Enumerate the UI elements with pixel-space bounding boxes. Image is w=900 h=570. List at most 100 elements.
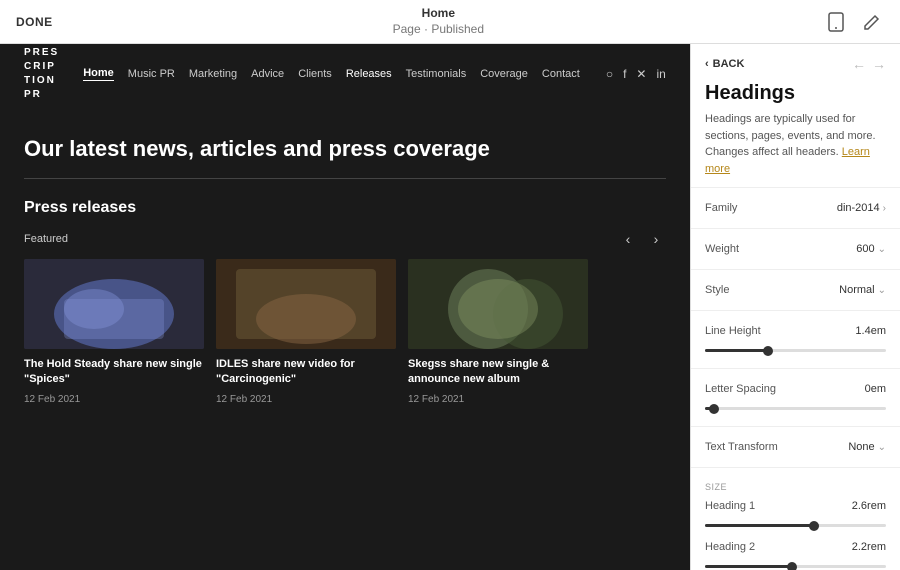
preview-pane: PRESCRIPTIONPR Home Music PR Marketing A… [0,44,690,570]
site-logo: PRESCRIPTIONPR [24,46,59,102]
right-panel: ‹ BACK ← → Headings Headings are typical… [690,44,900,570]
letter-spacing-slider[interactable] [705,407,886,410]
family-section: Family din-2014 › [691,187,900,228]
heading2-slider-container[interactable] [705,559,886,570]
size-section: SIZE Heading 1 2.6rem Heading 2 2.2rem [691,467,900,570]
page-info: Home Page · Published [393,6,484,37]
nav-links: Home Music PR Marketing Advice Clients R… [83,67,666,81]
nav-marketing[interactable]: Marketing [189,68,237,80]
edit-icon[interactable] [860,10,884,34]
letter-spacing-row: Letter Spacing 0em [705,377,886,401]
top-bar: DONE Home Page · Published [0,0,900,44]
main-area: PRESCRIPTIONPR Home Music PR Marketing A… [0,44,900,570]
page-status: Page · Published [393,22,484,38]
linkedin-icon[interactable]: in [656,67,665,81]
style-value[interactable]: Normal ⌄ [839,284,886,296]
text-transform-row: Text Transform None ⌄ [705,435,886,459]
family-value[interactable]: din-2014 › [837,202,886,214]
family-label: Family [705,202,737,214]
article-date: 12 Feb 2021 [24,394,204,405]
article-image [24,259,204,349]
articles-grid: The Hold Steady share new single "Spices… [24,259,666,405]
style-section: Style Normal ⌄ [691,269,900,310]
preview-nav: PRESCRIPTIONPR Home Music PR Marketing A… [0,44,690,104]
top-bar-right [824,10,884,34]
article-image [216,259,396,349]
weight-value[interactable]: 600 ⌄ [856,243,886,255]
nav-releases[interactable]: Releases [346,68,392,80]
instagram-icon[interactable]: ○ [606,67,613,81]
featured-row: Featured ‹ › [24,229,666,249]
line-height-slider[interactable] [705,349,886,352]
style-row: Style Normal ⌄ [705,278,886,302]
text-transform-value[interactable]: None ⌄ [848,441,886,453]
panel-header: ‹ BACK ← → [691,44,900,72]
article-title: Skegss share new single & announce new a… [408,357,588,388]
article-card: Skegss share new single & announce new a… [408,259,588,405]
back-arrow-icon: ‹ [705,58,709,70]
nav-music-pr[interactable]: Music PR [128,68,175,80]
carousel-prev[interactable]: ‹ [618,229,638,249]
page-title: Home [393,6,484,22]
panel-next-arrow[interactable]: → [872,56,886,72]
line-height-label: Line Height [705,325,761,337]
transform-arrow: ⌄ [878,442,886,453]
featured-label: Featured [24,233,68,245]
done-button[interactable]: DONE [16,15,53,29]
back-button[interactable]: ‹ BACK [705,58,744,70]
text-transform-label: Text Transform [705,441,778,453]
letter-spacing-section: Letter Spacing 0em [691,368,900,426]
nav-contact[interactable]: Contact [542,68,580,80]
nav-testimonials[interactable]: Testimonials [406,68,467,80]
nav-advice[interactable]: Advice [251,68,284,80]
letter-spacing-label: Letter Spacing [705,383,776,395]
line-height-slider-container[interactable] [705,343,886,360]
line-height-row: Line Height 1.4em [705,319,886,343]
weight-row: Weight 600 ⌄ [705,237,886,261]
twitter-icon[interactable]: ✕ [636,67,646,81]
preview-content: Our latest news, articles and press cove… [0,104,690,570]
nav-coverage[interactable]: Coverage [480,68,528,80]
page-headline: Our latest news, articles and press cove… [24,136,524,162]
heading1-value: 2.6rem [852,500,886,512]
line-height-value: 1.4em [855,325,886,337]
carousel-next[interactable]: › [646,229,666,249]
letter-spacing-value: 0em [865,383,886,395]
panel-nav-arrows: ← → [852,56,886,72]
heading1-row: Heading 1 2.6rem [705,494,886,518]
weight-label: Weight [705,243,739,255]
style-label: Style [705,284,729,296]
back-label: BACK [713,58,745,70]
heading2-value: 2.2rem [852,541,886,553]
mobile-preview-icon[interactable] [824,10,848,34]
heading2-row: Heading 2 2.2rem [705,535,886,559]
nav-home[interactable]: Home [83,67,114,81]
panel-description: Headings are typically used for sections… [691,111,900,187]
divider [24,178,666,179]
article-card: The Hold Steady share new single "Spices… [24,259,204,405]
heading2-slider[interactable] [705,565,886,568]
article-date: 12 Feb 2021 [216,394,396,405]
panel-prev-arrow[interactable]: ← [852,56,866,72]
heading1-slider[interactable] [705,524,886,527]
carousel-controls: ‹ › [618,229,666,249]
text-transform-section: Text Transform None ⌄ [691,426,900,467]
letter-spacing-slider-container[interactable] [705,401,886,418]
weight-section: Weight 600 ⌄ [691,228,900,269]
article-title: IDLES share new video for "Carcinogenic" [216,357,396,388]
style-arrow: ⌄ [878,285,886,296]
article-title: The Hold Steady share new single "Spices… [24,357,204,388]
line-height-section: Line Height 1.4em [691,310,900,368]
article-image [408,259,588,349]
heading1-label: Heading 1 [705,500,755,512]
family-row: Family din-2014 › [705,196,886,220]
heading1-slider-container[interactable] [705,518,886,535]
facebook-icon[interactable]: f [623,67,626,81]
nav-clients[interactable]: Clients [298,68,332,80]
weight-arrow: ⌄ [878,244,886,255]
nav-socials: ○ f ✕ in [606,67,666,81]
size-section-label: SIZE [705,476,886,494]
article-card: IDLES share new video for "Carcinogenic"… [216,259,396,405]
press-releases-title: Press releases [24,199,666,217]
panel-title: Headings [691,72,900,111]
